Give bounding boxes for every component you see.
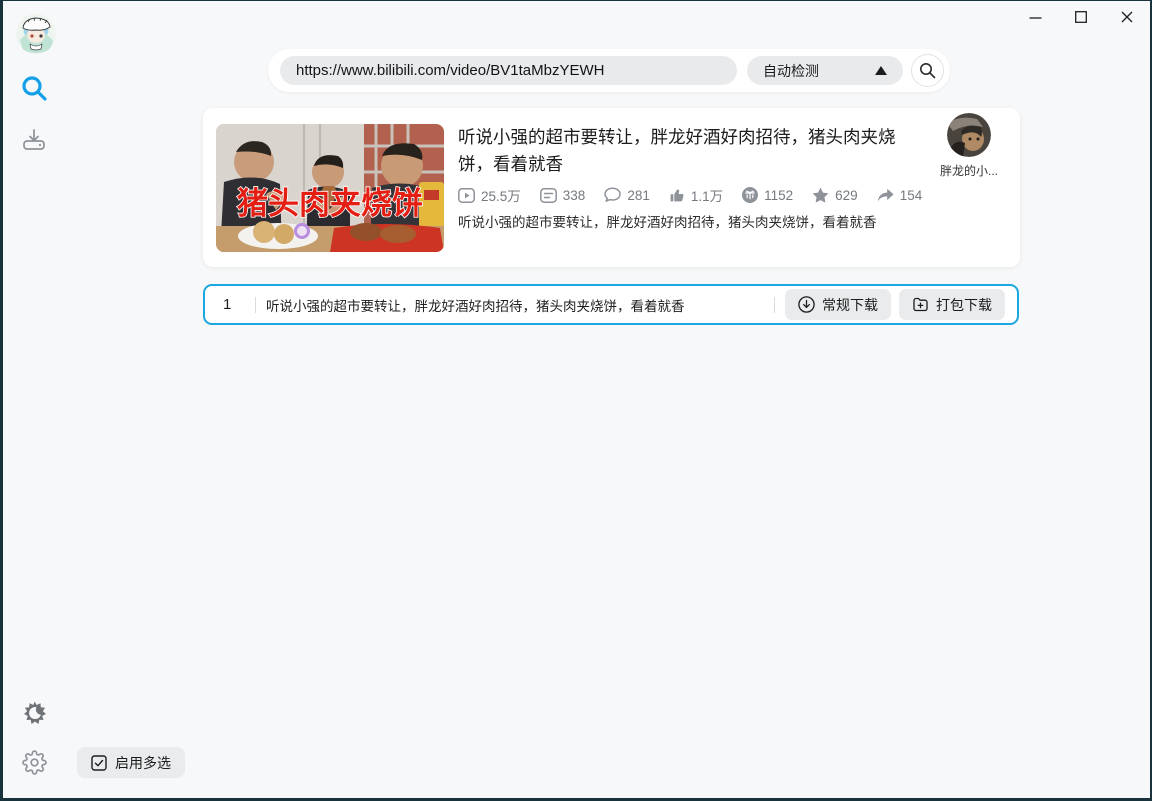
uploader-block: 胖龙的小... — [932, 113, 1006, 179]
enable-multiselect-button[interactable]: 启用多选 — [77, 747, 185, 778]
download-tray-icon — [23, 129, 45, 150]
maximize-button[interactable] — [1066, 4, 1096, 30]
detect-mode-label: 自动检测 — [763, 62, 819, 79]
minimize-icon — [1029, 16, 1041, 19]
stat-shares: 154 — [877, 187, 923, 203]
regular-download-button[interactable]: 常规下载 — [785, 289, 891, 320]
triangle-up-icon — [875, 66, 887, 75]
download-circle-icon — [798, 296, 815, 313]
video-info-card: 猪头肉夹烧饼 听说小强的超市要转让，胖龙好酒好肉招待，猪头肉夹烧饼，看着就香 2… — [203, 108, 1020, 267]
settings-button[interactable] — [22, 750, 47, 775]
stat-danmaku: 338 — [539, 187, 586, 203]
stat-value: 1152 — [764, 187, 794, 203]
thumbnail-overlay-text: 猪头肉夹烧饼 — [237, 186, 423, 221]
stat-comments: 281 — [604, 187, 650, 203]
favorite-icon — [812, 187, 829, 203]
app-logo — [16, 14, 56, 54]
share-icon — [877, 188, 894, 201]
sidebar-downloads-button[interactable] — [21, 127, 47, 153]
video-thumbnail[interactable]: 猪头肉夹烧饼 — [216, 124, 444, 252]
checkbox-icon — [91, 754, 107, 771]
package-download-label: 打包下载 — [936, 296, 992, 313]
enable-multiselect-label: 启用多选 — [115, 754, 171, 771]
thumbnail-image: 猪头肉夹烧饼 — [216, 124, 444, 252]
folder-plus-icon — [913, 297, 928, 312]
window-controls — [1020, 4, 1142, 30]
uploader-avatar-image — [947, 113, 991, 157]
search-icon — [920, 63, 936, 79]
theme-toggle-button[interactable] — [22, 700, 47, 725]
stat-value: 629 — [835, 187, 858, 203]
gear-icon — [22, 750, 47, 775]
video-info: 听说小强的超市要转让，胖龙好酒好肉招待，猪头肉夹烧饼，看着就香 — [458, 124, 916, 178]
app-logo-icon — [16, 14, 56, 54]
divider — [774, 296, 775, 313]
stat-plays: 25.5万 — [458, 185, 521, 205]
app-window: 自动检测 — [0, 0, 1152, 801]
stat-likes: 1.1万 — [669, 185, 723, 205]
uploader-avatar[interactable] — [947, 113, 991, 157]
download-row[interactable]: 1 听说小强的超市要转让，胖龙好酒好肉招待，猪头肉夹烧饼，看着就香 常规下载 打… — [203, 284, 1019, 325]
uploader-name[interactable]: 胖龙的小... — [932, 162, 1006, 179]
stat-coins: 1152 — [742, 187, 793, 203]
row-title: 听说小强的超市要转让，胖龙好酒好肉招待，猪头肉夹烧饼，看着就香 — [266, 298, 685, 314]
stat-value: 338 — [562, 187, 586, 203]
package-download-button[interactable]: 打包下载 — [899, 289, 1005, 320]
like-icon — [670, 189, 684, 202]
play-count-icon — [458, 187, 475, 203]
regular-download-label: 常规下载 — [822, 296, 878, 313]
stat-value: 154 — [899, 187, 923, 203]
stat-value: 281 — [627, 187, 650, 203]
detect-mode-dropdown[interactable]: 自动检测 — [747, 56, 903, 85]
divider — [255, 296, 256, 313]
theme-sun-moon-icon — [24, 701, 46, 724]
sidebar-search-button[interactable] — [20, 74, 48, 102]
coin-icon — [742, 187, 759, 203]
video-description: 听说小强的超市要转让，胖龙好酒好肉招待，猪头肉夹烧饼，看着就香 — [458, 215, 877, 230]
parse-search-button[interactable] — [911, 54, 944, 87]
row-index: 1 — [223, 296, 232, 313]
stat-value: 25.5万 — [481, 189, 521, 204]
maximize-icon — [1075, 11, 1087, 23]
url-input[interactable] — [280, 56, 737, 85]
search-icon — [22, 76, 47, 101]
url-toolbar: 自动检测 — [268, 49, 950, 92]
stat-value: 1.1万 — [690, 189, 724, 204]
video-title: 听说小强的超市要转让，胖龙好酒好肉招待，猪头肉夹烧饼，看着就香 — [458, 127, 896, 175]
danmaku-icon — [539, 187, 557, 203]
close-icon — [1121, 11, 1133, 23]
comment-icon — [604, 187, 622, 202]
stat-favorites: 629 — [812, 187, 858, 203]
video-stats-row: 25.5万 338 281 1.1万 1152 629 154 — [458, 185, 922, 205]
minimize-button[interactable] — [1020, 4, 1050, 30]
close-button[interactable] — [1112, 4, 1142, 30]
